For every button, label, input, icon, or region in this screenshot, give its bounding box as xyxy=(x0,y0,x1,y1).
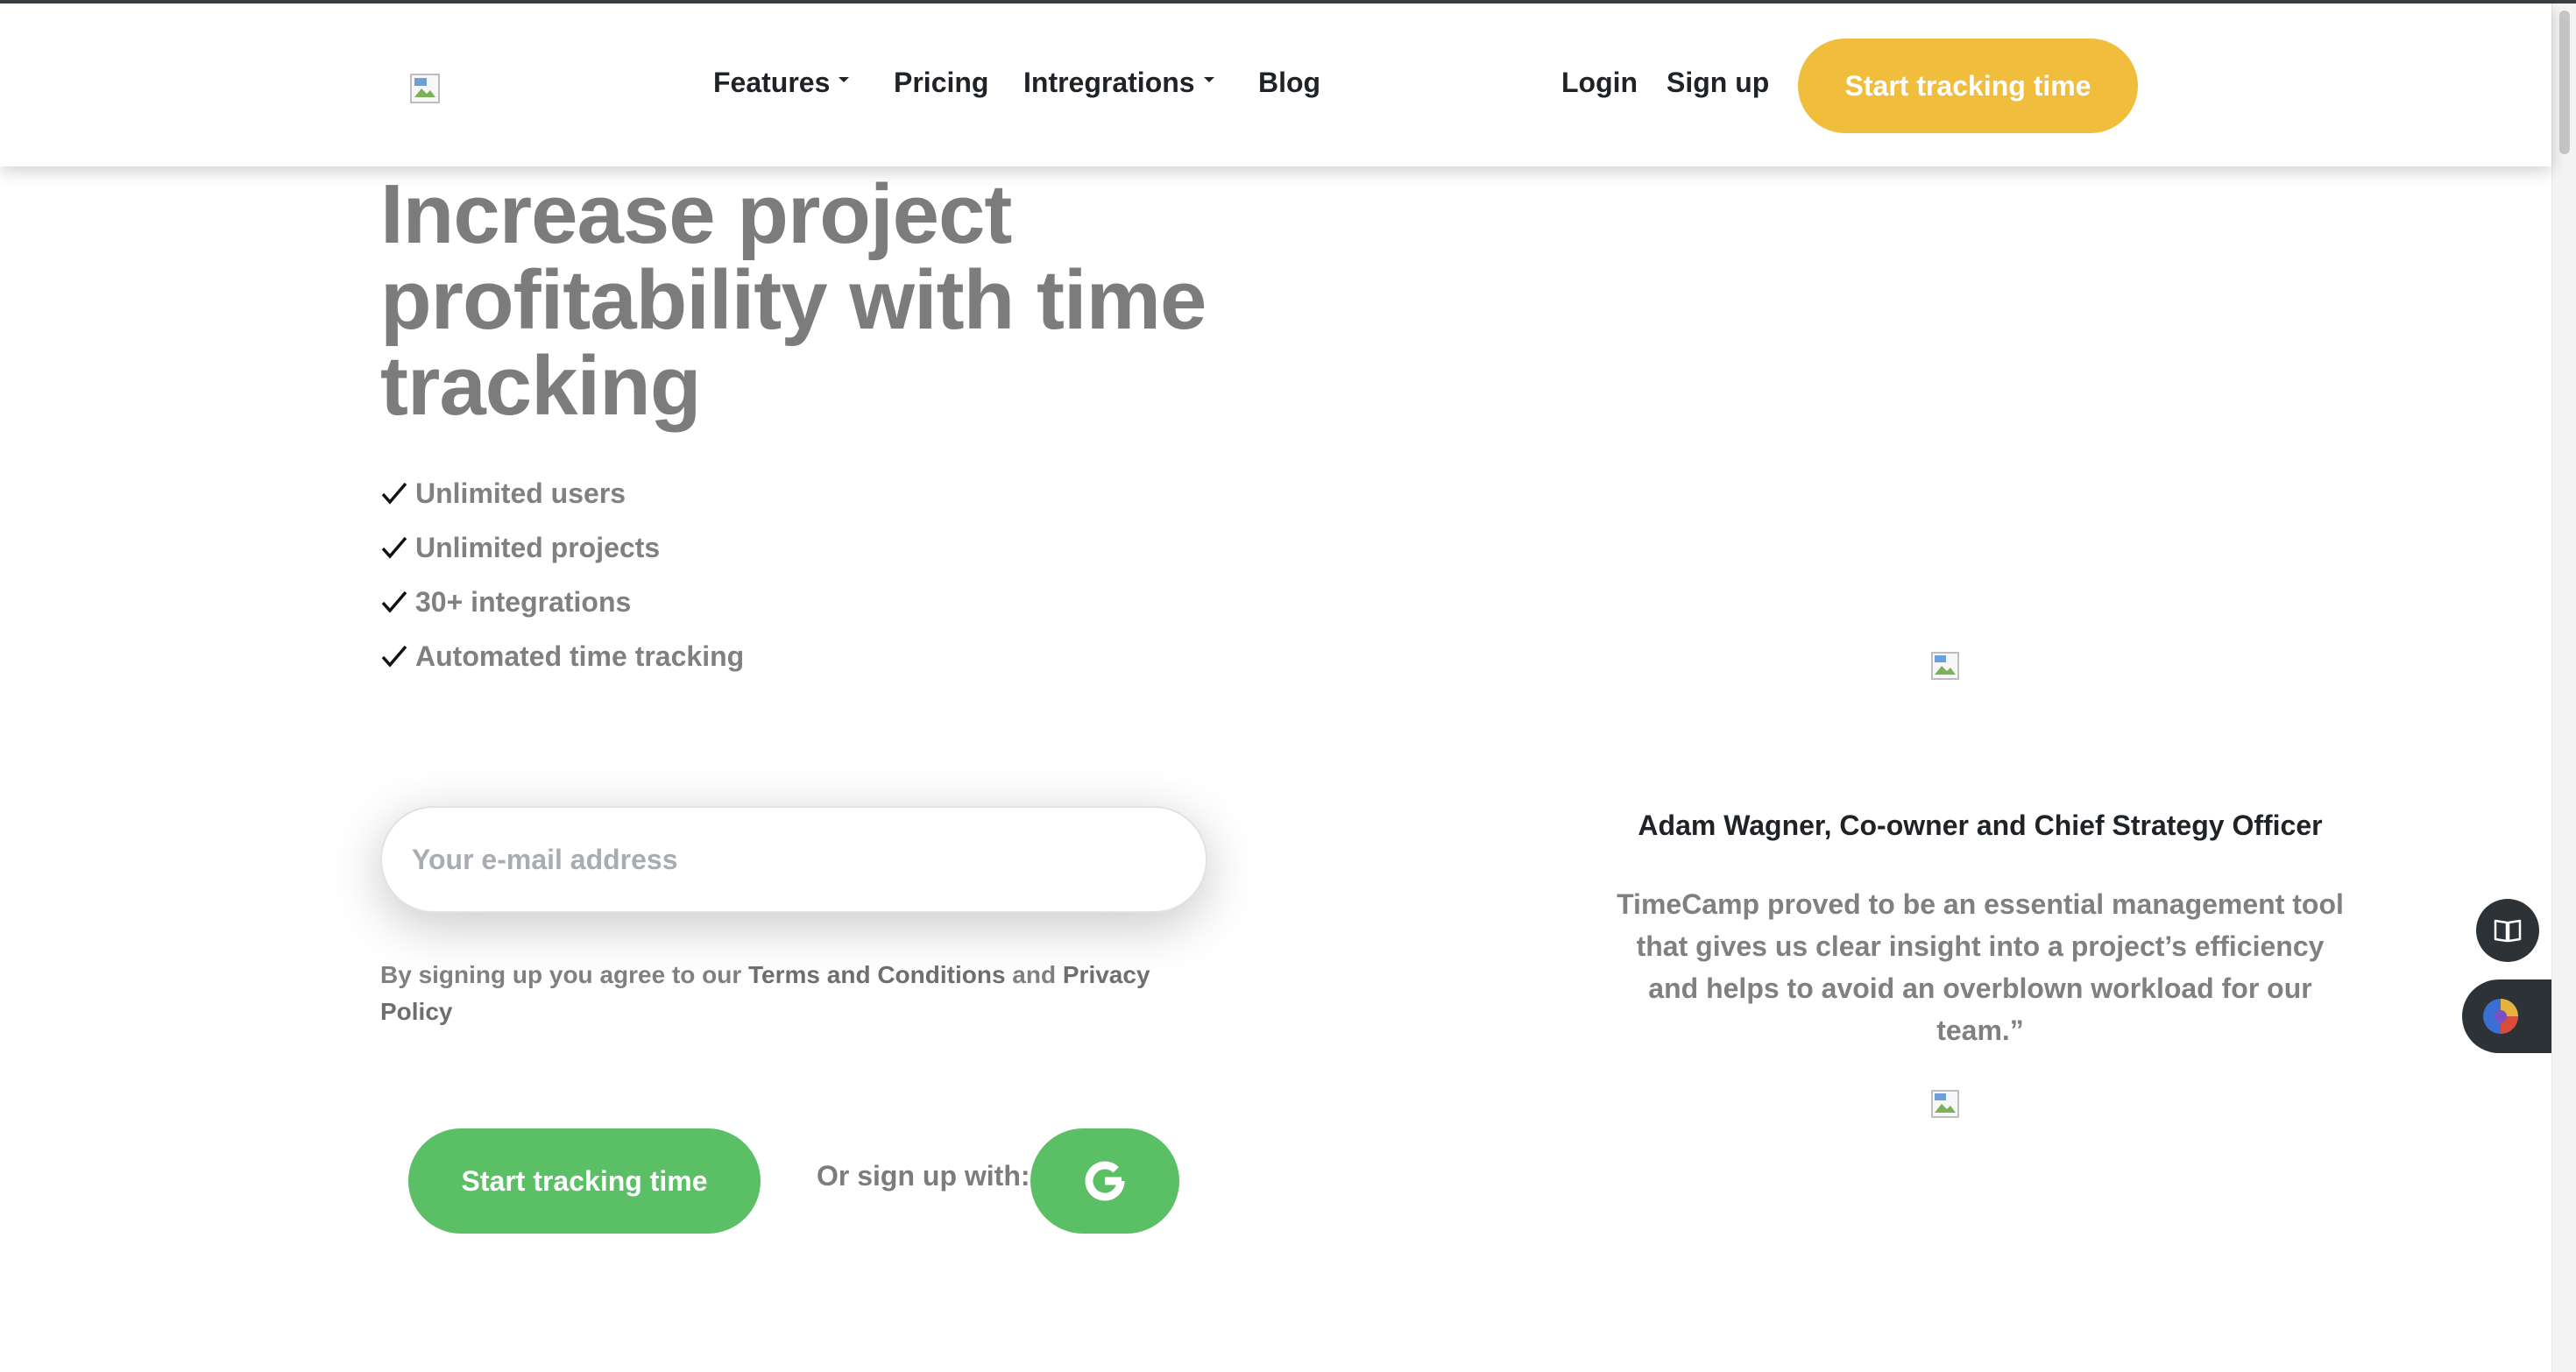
broken-image-icon xyxy=(1931,652,1959,680)
testimonial-author: Adam Wagner, Co-owner and Chief Strategy… xyxy=(1638,810,2323,841)
check-icon xyxy=(381,482,407,505)
or-sign-up-label: Or sign up with: xyxy=(817,1160,1030,1192)
check-icon xyxy=(381,591,407,613)
feature-label: Unlimited projects xyxy=(415,531,661,563)
nav-pricing-label: Pricing xyxy=(894,67,989,98)
testimonial-quote: TimeCamp proved to be an essential manag… xyxy=(1617,888,2344,1046)
login-link[interactable]: Login xyxy=(1561,67,1638,99)
terms-prefix: By signing up you agree to our xyxy=(380,961,749,988)
nav-blog-label: Blog xyxy=(1258,67,1321,98)
caret-down-icon xyxy=(839,76,850,82)
feature-item: Unlimited projects xyxy=(380,520,744,575)
site-header: Features Pricing Intregrations Blog Logi… xyxy=(0,4,2551,166)
feature-item: 30+ integrations xyxy=(380,575,744,629)
page-scrollbar[interactable] xyxy=(2551,4,2576,1372)
feature-label: Automated time tracking xyxy=(415,640,745,672)
check-icon xyxy=(381,645,407,668)
feature-label: Unlimited users xyxy=(415,477,626,509)
start-tracking-header-button[interactable]: Start tracking time xyxy=(1798,39,2138,133)
signup-label: Sign up xyxy=(1667,67,1770,98)
book-widget-button[interactable] xyxy=(2476,899,2539,962)
chat-avatar-icon xyxy=(2483,999,2518,1034)
google-signup-button[interactable] xyxy=(1030,1128,1179,1234)
nav-features[interactable]: Features xyxy=(713,67,850,99)
nav-pricing[interactable]: Pricing xyxy=(894,67,988,99)
scrollbar-thumb[interactable] xyxy=(2559,11,2570,154)
feature-label: 30+ integrations xyxy=(415,585,632,618)
hero-title: Increase project profitability with time… xyxy=(380,167,1207,433)
feature-list: Unlimited users Unlimited projects 30+ i… xyxy=(380,466,744,683)
nav-features-label: Features xyxy=(713,67,831,98)
chat-widget-button[interactable] xyxy=(2462,979,2551,1053)
logo-broken-image-icon[interactable] xyxy=(410,74,440,103)
nav-integrations[interactable]: Intregrations xyxy=(1023,67,1214,99)
caret-down-icon xyxy=(1203,76,1214,82)
feature-item: Automated time tracking xyxy=(380,629,744,683)
broken-image-icon xyxy=(1931,1090,1959,1118)
feature-item: Unlimited users xyxy=(380,466,744,520)
login-label: Login xyxy=(1561,67,1638,98)
start-tracking-button[interactable]: Start tracking time xyxy=(408,1128,761,1234)
terms-link[interactable]: Terms and Conditions xyxy=(748,961,1006,988)
terms-notice: By signing up you agree to our Terms and… xyxy=(380,957,1169,1030)
nav-integrations-label: Intregrations xyxy=(1023,67,1195,98)
nav-blog[interactable]: Blog xyxy=(1258,67,1320,99)
book-icon xyxy=(2494,919,2522,943)
signup-link[interactable]: Sign up xyxy=(1667,67,1769,99)
email-field-wrapper xyxy=(380,806,1207,913)
check-icon xyxy=(381,536,407,559)
terms-and: and xyxy=(1005,961,1063,988)
google-icon xyxy=(1085,1161,1125,1201)
email-field[interactable] xyxy=(382,808,1206,911)
